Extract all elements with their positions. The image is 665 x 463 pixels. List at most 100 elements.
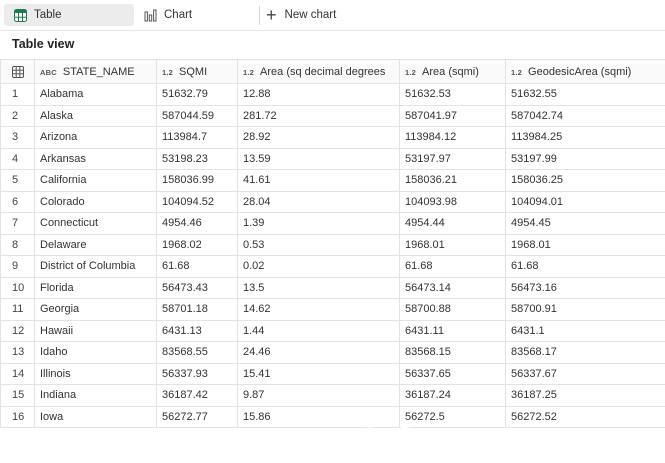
- table-cell[interactable]: 587041.97: [399, 104, 506, 127]
- table-cell[interactable]: 58701.18: [156, 298, 238, 321]
- row-index-cell[interactable]: 16: [0, 405, 35, 428]
- table-cell[interactable]: 53198.23: [156, 147, 238, 170]
- table-row[interactable]: 15 Indiana 36187.42 9.87 36187.24 36187.25: [0, 384, 665, 407]
- table-cell[interactable]: Hawaii: [34, 319, 157, 342]
- table-cell[interactable]: 56337.93: [156, 362, 238, 385]
- column-header-sqmi[interactable]: 1.2 SQMI: [156, 59, 238, 84]
- row-index-cell[interactable]: 10: [0, 276, 35, 299]
- table-row[interactable]: 7 Connecticut 4954.46 1.39 4954.44 4954.45: [0, 212, 665, 235]
- table-cell[interactable]: California: [34, 169, 157, 192]
- table-cell[interactable]: 12.88: [237, 83, 400, 106]
- table-cell[interactable]: 36187.25: [505, 384, 665, 407]
- row-index-cell[interactable]: 15: [0, 384, 35, 407]
- table-cell[interactable]: Alabama: [34, 83, 157, 106]
- table-cell[interactable]: 113984.12: [399, 126, 506, 149]
- table-cell[interactable]: 36187.42: [156, 384, 238, 407]
- table-cell[interactable]: 36187.24: [399, 384, 506, 407]
- table-cell[interactable]: 51632.53: [399, 83, 506, 106]
- row-index-cell[interactable]: 9: [0, 255, 35, 278]
- table-cell[interactable]: 56272.5: [399, 405, 506, 428]
- table-row[interactable]: 8 Delaware 1968.02 0.53 1968.01 1968.01: [0, 233, 665, 256]
- table-cell[interactable]: Alaska: [34, 104, 157, 127]
- table-cell[interactable]: 6431.13: [156, 319, 238, 342]
- table-cell[interactable]: 1.44: [237, 319, 400, 342]
- table-cell[interactable]: 56272.77: [156, 405, 238, 428]
- row-index-cell[interactable]: 14: [0, 362, 35, 385]
- table-row[interactable]: 10 Florida 56473.43 13.5 56473.14 56473.16: [0, 276, 665, 299]
- table-cell[interactable]: 83568.55: [156, 341, 238, 364]
- table-cell[interactable]: 58700.88: [399, 298, 506, 321]
- table-cell[interactable]: 13.5: [237, 276, 400, 299]
- table-cell[interactable]: 113984.25: [505, 126, 665, 149]
- table-cell[interactable]: Arizona: [34, 126, 157, 149]
- row-index-cell[interactable]: 1: [0, 83, 35, 106]
- table-row[interactable]: 3 Arizona 113984.7 28.92 113984.12 113984.25: [0, 126, 665, 149]
- table-cell[interactable]: 0.02: [237, 255, 400, 278]
- row-index-cell[interactable]: 5: [0, 169, 35, 192]
- table-cell[interactable]: 0.53: [237, 233, 400, 256]
- column-header-geodesic-area[interactable]: 1.2 GeodesicArea (sqmi): [505, 59, 665, 84]
- table-cell[interactable]: Colorado: [34, 190, 157, 213]
- table-cell[interactable]: Illinois: [34, 362, 157, 385]
- table-cell[interactable]: 158036.99: [156, 169, 238, 192]
- table-cell[interactable]: 104093.98: [399, 190, 506, 213]
- table-cell[interactable]: 281.72: [237, 104, 400, 127]
- table-cell[interactable]: 56337.65: [399, 362, 506, 385]
- column-header-select-all[interactable]: [0, 59, 35, 84]
- tab-chart[interactable]: Chart: [140, 4, 250, 26]
- table-cell[interactable]: Georgia: [34, 298, 157, 321]
- row-index-cell[interactable]: 4: [0, 147, 35, 170]
- table-cell[interactable]: 24.46: [237, 341, 400, 364]
- row-index-cell[interactable]: 11: [0, 298, 35, 321]
- row-index-cell[interactable]: 12: [0, 319, 35, 342]
- table-cell[interactable]: 61.68: [156, 255, 238, 278]
- table-cell[interactable]: 1968.02: [156, 233, 238, 256]
- table-cell[interactable]: 56473.43: [156, 276, 238, 299]
- table-row[interactable]: 9 District of Columbia 61.68 0.02 61.68 61.68: [0, 255, 665, 278]
- table-cell[interactable]: 58700.91: [505, 298, 665, 321]
- table-cell[interactable]: 61.68: [505, 255, 665, 278]
- table-cell[interactable]: Iowa: [34, 405, 157, 428]
- table-cell[interactable]: 6431.1: [505, 319, 665, 342]
- new-chart-button[interactable]: + New chart: [266, 4, 336, 26]
- table-cell[interactable]: 104094.01: [505, 190, 665, 213]
- table-cell[interactable]: Idaho: [34, 341, 157, 364]
- table-cell[interactable]: 4954.44: [399, 212, 506, 235]
- table-cell[interactable]: 56473.14: [399, 276, 506, 299]
- table-cell[interactable]: 51632.79: [156, 83, 238, 106]
- table-row[interactable]: 11 Georgia 58701.18 14.62 58700.88 58700.91: [0, 298, 665, 321]
- table-row[interactable]: 4 Arkansas 53198.23 13.59 53197.97 53197.99: [0, 147, 665, 170]
- table-cell[interactable]: 587042.74: [505, 104, 665, 127]
- table-cell[interactable]: Arkansas: [34, 147, 157, 170]
- table-cell[interactable]: 51632.55: [505, 83, 665, 106]
- row-index-cell[interactable]: 6: [0, 190, 35, 213]
- row-index-cell[interactable]: 3: [0, 126, 35, 149]
- table-cell[interactable]: 53197.99: [505, 147, 665, 170]
- table-cell[interactable]: 61.68: [399, 255, 506, 278]
- row-index-cell[interactable]: 7: [0, 212, 35, 235]
- table-cell[interactable]: 1968.01: [399, 233, 506, 256]
- table-cell[interactable]: 1.39: [237, 212, 400, 235]
- tab-table[interactable]: Table: [4, 4, 134, 26]
- table-cell[interactable]: 6431.11: [399, 319, 506, 342]
- table-cell[interactable]: Delaware: [34, 233, 157, 256]
- row-index-cell[interactable]: 8: [0, 233, 35, 256]
- table-cell[interactable]: 14.62: [237, 298, 400, 321]
- table-cell[interactable]: 83568.17: [505, 341, 665, 364]
- table-row[interactable]: 5 California 158036.99 41.61 158036.21 158036…: [0, 169, 665, 192]
- table-cell[interactable]: Connecticut: [34, 212, 157, 235]
- row-index-cell[interactable]: 2: [0, 104, 35, 127]
- table-cell[interactable]: 41.61: [237, 169, 400, 192]
- table-cell[interactable]: 28.92: [237, 126, 400, 149]
- table-row[interactable]: 6 Colorado 104094.52 28.04 104093.98 104094.0…: [0, 190, 665, 213]
- row-index-cell[interactable]: 13: [0, 341, 35, 364]
- table-cell[interactable]: 56337.67: [505, 362, 665, 385]
- table-cell[interactable]: Florida: [34, 276, 157, 299]
- table-cell[interactable]: 56473.16: [505, 276, 665, 299]
- table-cell[interactable]: 13.59: [237, 147, 400, 170]
- table-cell[interactable]: 4954.45: [505, 212, 665, 235]
- table-cell[interactable]: 587044.59: [156, 104, 238, 127]
- column-header-area-sq-decimal-degrees[interactable]: 1.2 Area (sq decimal degrees: [237, 59, 400, 84]
- table-cell[interactable]: 158036.21: [399, 169, 506, 192]
- table-row[interactable]: 13 Idaho 83568.55 24.46 83568.15 83568.17: [0, 341, 665, 364]
